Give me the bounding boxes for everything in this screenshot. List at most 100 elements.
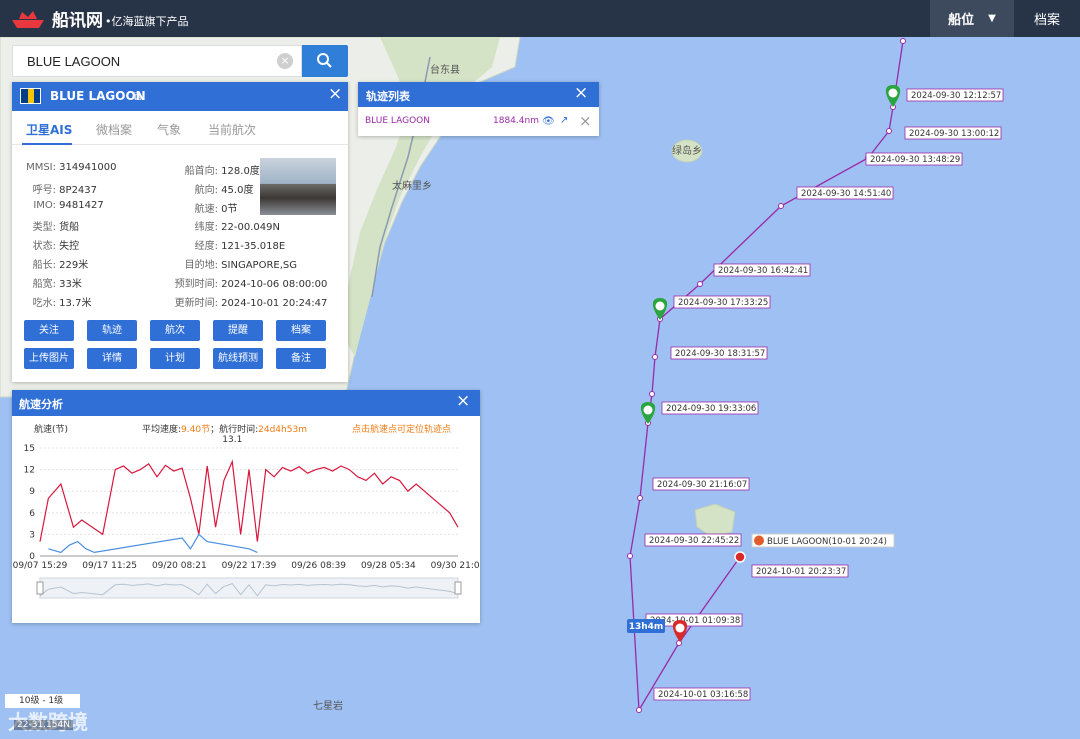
ship-action-button[interactable]: 详情 (87, 348, 137, 369)
info-row: MMSI: 314941000 (22, 162, 116, 173)
y-tick-label: 3 (29, 530, 35, 540)
map-pin-center (888, 88, 898, 98)
info-value: 8P2437 (56, 184, 98, 196)
search-icon (317, 53, 332, 68)
info-row: 状态: 失控 (22, 237, 80, 252)
info-value: 13.7米 (56, 297, 92, 309)
map-label-taimali: 太麻里乡 (392, 181, 432, 192)
info-key: 目的地: (184, 260, 218, 271)
ship-photo[interactable] (260, 158, 336, 215)
close-icon[interactable]: × (456, 393, 470, 410)
navigator-handle-left (36, 581, 44, 595)
speed-panel-header: 航速分析 × (12, 390, 480, 416)
info-value: 2024-10-06 08:00:00 (218, 278, 328, 290)
info-value: 121-35.018E (218, 241, 286, 253)
nav-ship-label: 船位 (948, 13, 975, 28)
eye-icon[interactable]: 👁 (542, 116, 555, 127)
info-key: 航向: (194, 184, 218, 196)
track-time-label: 2024-09-30 16:42:41 (718, 266, 808, 276)
track-list-panel: 轨迹列表 × BLUE LAGOON 1884.4nm 👁 ↗ × (358, 82, 599, 136)
track-time-label: 2024-09-30 22:45:22 (649, 536, 739, 546)
logo[interactable]: 船讯网 •亿海蓝旗下产品 (10, 6, 189, 31)
ship-marker-label: BLUE LAGOON(10-01 20:24) (767, 537, 887, 547)
map-label-green-island: 绿岛乡 (672, 146, 702, 157)
x-tick-label: 09/28 05:34 (361, 561, 416, 571)
tab-current-voyage[interactable]: 当前航次 (208, 121, 256, 138)
tab-weather[interactable]: 气象 (157, 121, 181, 138)
info-key: 类型: (32, 222, 56, 234)
map-pin-center (643, 405, 653, 415)
active-tab-underline (22, 143, 72, 145)
ship-action-button[interactable]: 提醒 (213, 320, 263, 341)
track-time-label: 2024-09-30 12:12:57 (911, 91, 1001, 101)
y-tick-label: 6 (29, 509, 35, 519)
y-tick-label: 15 (24, 444, 35, 454)
info-key: 更新时间: (174, 297, 218, 309)
map-label-taitung: 台东县 (430, 65, 460, 76)
x-tick-label: 09/07 15:29 (13, 561, 68, 571)
track-time-label: 2024-10-01 03:16:58 (658, 690, 748, 700)
track-point (676, 640, 682, 646)
search-button[interactable] (302, 45, 348, 77)
track-list-title: 轨迹列表 (366, 90, 410, 103)
info-value: 2024-10-01 20:24:47 (218, 297, 328, 309)
track-ship-name[interactable]: BLUE LAGOON (365, 116, 430, 126)
nav-ship-position[interactable]: 船位 ▼ (930, 0, 1014, 37)
ship-action-button[interactable]: 档案 (276, 320, 326, 341)
ship-action-button[interactable]: 航次 (150, 320, 200, 341)
tab-satellite-ais[interactable]: 卫星AIS (26, 121, 72, 138)
info-key: 经度: (194, 241, 218, 253)
logo-title: 船讯网 (52, 11, 103, 31)
track-point (900, 38, 906, 44)
nav-archive[interactable]: 档案 (1014, 0, 1080, 37)
remove-icon[interactable]: × (579, 112, 592, 130)
search-box: × (12, 45, 302, 77)
line-chart-icon[interactable]: ↗ (560, 115, 568, 126)
ship-action-button[interactable]: 上传图片 (24, 348, 74, 369)
info-value: 314941000 (56, 162, 117, 173)
map-pin-center (655, 301, 665, 311)
info-key: IMO: (33, 199, 56, 211)
info-value: 0节 (218, 203, 238, 215)
navigator-handle-right (454, 581, 462, 595)
info-row: 吃水: 13.7米 (22, 294, 92, 309)
info-row: 航向: 45.0度 (160, 181, 254, 196)
y-tick-label: 9 (29, 487, 35, 497)
barbados-flag-icon (20, 88, 41, 104)
ship-action-button[interactable]: 计划 (150, 348, 200, 369)
ship-info-panel: BLUE LAGOON ⧉ × 卫星AIS 微档案 气象 当前航次 MMSI: … (12, 82, 348, 382)
ship-action-button[interactable]: 备注 (276, 348, 326, 369)
info-value: 45.0度 (218, 184, 254, 196)
info-key: 船首向: (184, 166, 218, 177)
info-value: 22-00.049N (218, 222, 280, 234)
info-row: 船长: 229米 (22, 256, 89, 271)
close-icon[interactable]: × (574, 85, 588, 102)
ship-position-marker (734, 551, 746, 563)
speed-chart[interactable]: 0369121509/07 15:29 09/17 11:25 09/20 08:2… (12, 434, 480, 619)
close-icon[interactable]: × (328, 86, 342, 103)
track-point (778, 203, 784, 209)
speed-series-low (48, 533, 258, 554)
top-navigation-bar: 船讯网 •亿海蓝旗下产品 船位 ▼ 档案 (0, 0, 1080, 37)
external-link-icon[interactable]: ⧉ (133, 89, 142, 104)
track-point (649, 391, 655, 397)
info-row: IMO: 9481427 (22, 199, 103, 211)
boat-logo-icon (12, 10, 44, 28)
info-row: 呼号: 8P2437 (22, 181, 97, 196)
info-key: 吃水: (32, 297, 56, 309)
ship-action-button[interactable]: 轨迹 (87, 320, 137, 341)
track-time-label: 2024-09-30 21:16:07 (657, 480, 747, 490)
info-key: MMSI: (26, 162, 56, 173)
speed-analysis-panel: 航速分析 × 航速(节) 平均速度:9.40节；航行时间:24d4h53m 点击… (12, 390, 480, 623)
close-circle-icon[interactable]: × (277, 53, 293, 69)
track-time-label: 2024-09-30 14:51:40 (801, 189, 891, 199)
tab-micro-archive[interactable]: 微档案 (96, 121, 132, 138)
info-key: 船宽: (32, 278, 56, 290)
search-input[interactable] (27, 54, 267, 69)
max-speed-label: 13.1 (222, 435, 242, 445)
ship-action-button[interactable]: 航线预测 (213, 348, 263, 369)
ship-action-button[interactable]: 关注 (24, 320, 74, 341)
info-row: 更新时间: 2024-10-01 20:24:47 (160, 294, 328, 309)
speed-panel-title: 航速分析 (19, 398, 63, 411)
info-value: 货船 (56, 222, 80, 234)
